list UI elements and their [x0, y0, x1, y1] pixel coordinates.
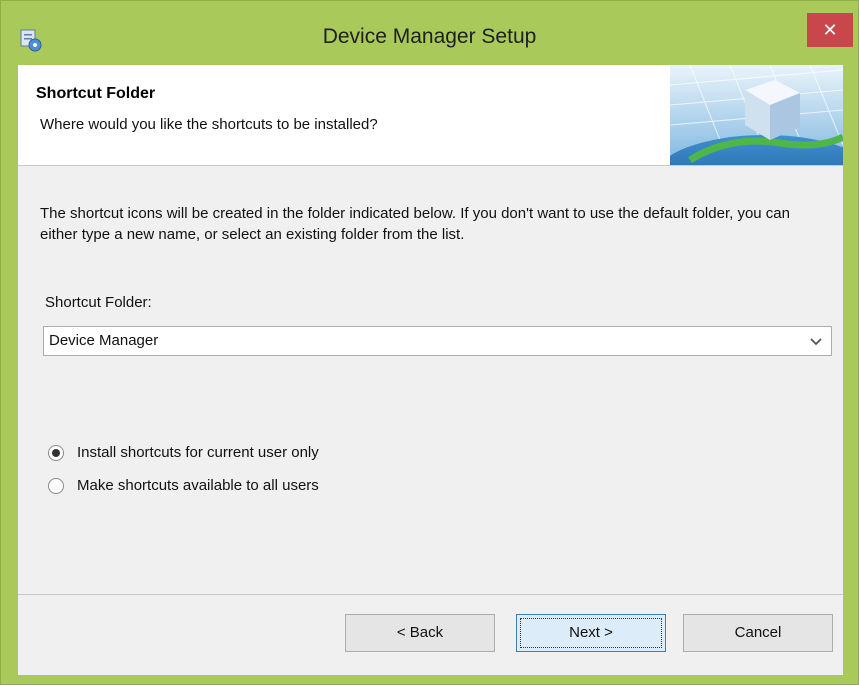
title-bar[interactable]: Device Manager Setup ✕: [1, 1, 858, 65]
page-title: Shortcut Folder: [36, 85, 156, 102]
focus-rectangle: [520, 618, 662, 648]
radio-button-unselected[interactable]: [48, 478, 64, 494]
chevron-down-icon[interactable]: [809, 335, 823, 349]
setup-window: Device Manager Setup ✕ Shortcut Folder W…: [0, 0, 859, 685]
radio-label-all-users[interactable]: Make shortcuts available to all users: [77, 477, 319, 494]
dialog-client-area: Shortcut Folder Where would you like the…: [18, 65, 843, 675]
back-button[interactable]: < Back: [345, 614, 495, 652]
description-text: The shortcut icons will be created in th…: [40, 205, 790, 243]
radio-button-selected[interactable]: [48, 445, 64, 461]
shortcut-folder-combobox[interactable]: Device Manager: [43, 326, 832, 356]
radio-label-current-user[interactable]: Install shortcuts for current user only: [77, 444, 319, 461]
page-subtitle: Where would you like the shortcuts to be…: [40, 116, 378, 133]
close-button[interactable]: ✕: [807, 13, 853, 47]
radio-dot: [52, 449, 60, 457]
footer-divider: [18, 594, 843, 595]
shortcut-folder-value[interactable]: Device Manager: [49, 332, 158, 349]
window-title: Device Manager Setup: [322, 25, 537, 48]
wizard-header: Shortcut Folder Where would you like the…: [18, 65, 843, 166]
globe-cube-banner-image: [670, 65, 843, 165]
next-button[interactable]: Next >: [516, 614, 666, 652]
cancel-button[interactable]: Cancel: [683, 614, 833, 652]
shortcut-folder-label: Shortcut Folder:: [45, 294, 152, 311]
